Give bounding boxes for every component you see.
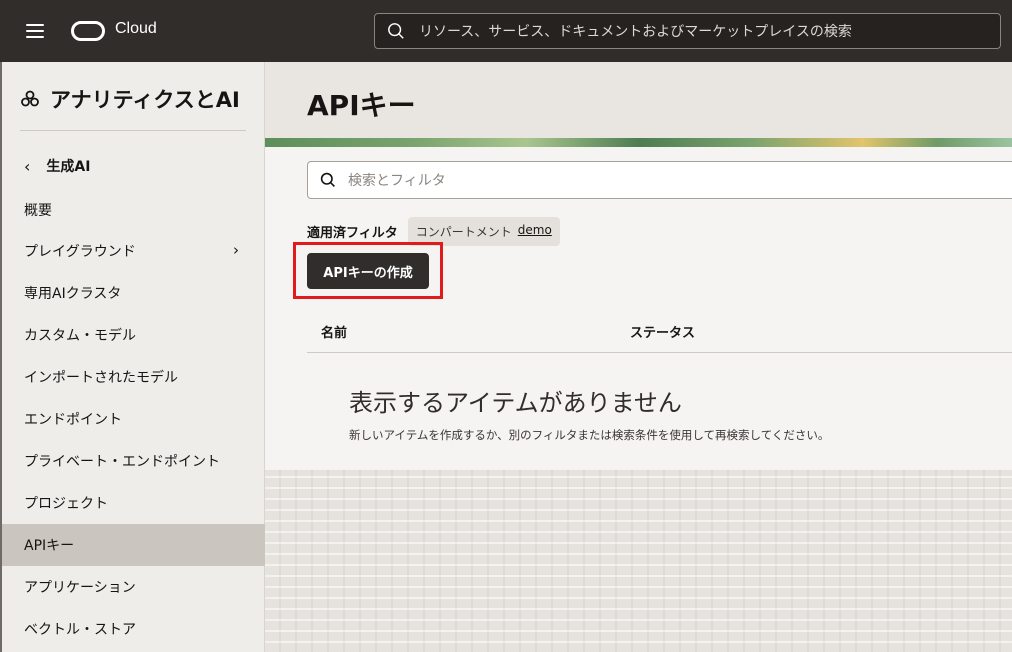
page-title: APIキー: [307, 89, 416, 122]
empty-state-title: 表示するアイテムがありません: [349, 389, 682, 417]
sidebar-item-label: エンドポイント: [24, 412, 122, 428]
decorative-banner: [265, 138, 1012, 147]
main-content: APIキー 検索とフィルタ 適用済フィルタ コンパートメント demo APIキ…: [265, 62, 1012, 652]
sidebar-item-api-keys[interactable]: APIキー: [2, 524, 265, 566]
search-placeholder: リソース、サービス、ドキュメントおよびマーケットプレイスの検索: [419, 24, 852, 40]
sidebar-item-vector-stores[interactable]: ベクトル・ストア: [2, 608, 265, 650]
sidebar-item-endpoints[interactable]: エンドポイント: [2, 398, 265, 440]
search-icon: [388, 23, 404, 39]
sidebar-item-label: プロジェクト: [24, 496, 108, 512]
list-panel: 検索とフィルタ 適用済フィルタ コンパートメント demo APIキーの作成 名…: [265, 147, 1012, 470]
column-header-name[interactable]: 名前: [321, 322, 347, 341]
filter-placeholder: 検索とフィルタ: [348, 173, 446, 189]
chip-value-link[interactable]: demo: [518, 223, 552, 240]
chip-key: コンパートメント: [415, 225, 512, 239]
sidebar: アナリティクスとAI ‹ 生成AI 概要 プレイグラウンド › 専用AIクラスタ …: [0, 62, 265, 652]
sidebar-item-dedicated-ai-clusters[interactable]: 専用AIクラスタ: [2, 272, 265, 314]
top-navigation-bar: Cloud リソース、サービス、ドキュメントおよびマーケットプレイスの検索: [0, 0, 1012, 62]
background-pattern: [265, 470, 1012, 652]
search-and-filter-input[interactable]: 検索とフィルタ: [307, 161, 1012, 199]
sidebar-item-label: APIキー: [24, 538, 75, 554]
back-label: 生成AI: [46, 159, 91, 175]
applied-filters-label: 適用済フィルタ: [307, 226, 398, 241]
table-header-divider: [307, 352, 1012, 353]
sidebar-item-label: 概要: [24, 203, 52, 219]
sidebar-title: アナリティクスとAI: [20, 84, 240, 114]
sidebar-item-label: プレイグラウンド: [24, 244, 136, 260]
sidebar-item-private-endpoints[interactable]: プライベート・エンドポイント: [2, 440, 265, 482]
sidebar-item-imported-models[interactable]: インポートされたモデル: [2, 356, 265, 398]
create-api-key-button[interactable]: APIキーの作成: [307, 253, 429, 289]
sidebar-item-custom-models[interactable]: カスタム・モデル: [2, 314, 265, 356]
analytics-ai-icon: [21, 90, 39, 107]
sidebar-item-label: 専用AIクラスタ: [24, 286, 122, 302]
sidebar-item-label: インポートされたモデル: [24, 370, 178, 386]
global-search-input[interactable]: リソース、サービス、ドキュメントおよびマーケットプレイスの検索: [374, 13, 1001, 49]
sidebar-item-projects[interactable]: プロジェクト: [2, 482, 265, 524]
sidebar-item-applications[interactable]: アプリケーション: [2, 566, 265, 608]
chevron-left-icon: ‹: [24, 156, 31, 176]
menu-icon[interactable]: [26, 24, 44, 38]
oracle-logo[interactable]: [71, 21, 105, 41]
sidebar-item-label: プライベート・エンドポイント: [24, 454, 220, 470]
column-header-status[interactable]: ステータス: [630, 322, 695, 341]
sidebar-item-label: アプリケーション: [24, 580, 136, 596]
sidebar-title-text: アナリティクスとAI: [50, 88, 240, 112]
empty-state-description: 新しいアイテムを作成するか、別のフィルタまたは検索条件を使用して再検索してくださ…: [349, 428, 830, 442]
search-icon: [320, 172, 335, 187]
sidebar-item-label: ベクトル・ストア: [24, 622, 136, 638]
chevron-right-icon: ›: [233, 241, 239, 259]
highlight-box: APIキーの作成: [293, 242, 443, 299]
sidebar-divider: [20, 130, 246, 131]
back-to-generative-ai[interactable]: ‹ 生成AI: [24, 156, 90, 176]
sidebar-item-overview[interactable]: 概要: [2, 189, 265, 231]
sidebar-item-label: カスタム・モデル: [24, 328, 136, 344]
brand-label[interactable]: Cloud: [115, 20, 157, 38]
sidebar-item-playground[interactable]: プレイグラウンド ›: [2, 230, 265, 272]
